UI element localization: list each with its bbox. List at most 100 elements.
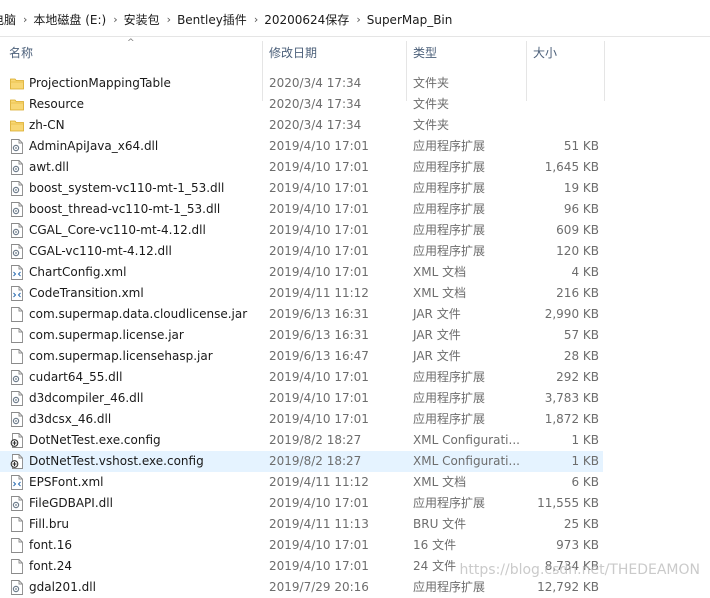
file-row[interactable]: DotNetTest.vshost.exe.config 2019/8/2 18:… <box>0 451 603 472</box>
file-size: 28 KB <box>563 349 599 363</box>
column-header-name[interactable]: 名称 <box>9 37 33 67</box>
file-modified-date: 2020/3/4 17:34 <box>269 76 362 90</box>
file-name: com.supermap.license.jar <box>29 328 184 342</box>
file-row[interactable]: font.16 2019/4/10 17:01 16 文件 973 KB <box>0 535 603 556</box>
file-size: 6 KB <box>571 475 599 489</box>
dll-file-icon <box>10 223 24 238</box>
dll-file-icon <box>10 139 24 154</box>
file-name: CGAL-vc110-mt-4.12.dll <box>29 244 172 258</box>
file-type: 文件夹 <box>413 76 450 90</box>
file-row[interactable]: Resource 2020/3/4 17:34 文件夹 <box>0 94 603 115</box>
file-row[interactable]: boost_system-vc110-mt-1_53.dll 2019/4/10 … <box>0 178 603 199</box>
file-size: 2,990 KB <box>544 307 599 321</box>
file-name: CodeTransition.xml <box>29 286 144 300</box>
dll-file-icon <box>10 370 24 385</box>
column-header-size[interactable]: 大小 <box>533 37 557 67</box>
file-name: gdal201.dll <box>29 580 96 594</box>
file-type: 文件夹 <box>413 118 450 132</box>
file-modified-date: 2020/3/4 17:34 <box>269 118 362 132</box>
file-row[interactable]: boost_thread-vc110-mt-1_53.dll 2019/4/10 … <box>0 199 603 220</box>
file-modified-date: 2019/8/2 18:27 <box>269 454 362 468</box>
file-type: JAR 文件 <box>413 349 461 363</box>
chevron-right-icon[interactable]: › <box>23 13 27 26</box>
file-icon <box>10 349 24 364</box>
file-row[interactable]: ProjectionMappingTable 2020/3/4 17:34 文件夹 <box>0 73 603 94</box>
file-name: font.24 <box>29 559 72 573</box>
file-type: 应用程序扩展 <box>413 580 486 594</box>
file-modified-date: 2019/4/11 11:12 <box>269 475 369 489</box>
file-row[interactable]: cudart64_55.dll 2019/4/10 17:01 应用程序扩展 292 … <box>0 367 603 388</box>
xml-file-icon <box>10 286 24 301</box>
breadcrumb-item[interactable]: 电脑 <box>0 11 16 28</box>
dll-file-icon <box>10 391 24 406</box>
file-size: 12,792 KB <box>537 580 599 594</box>
xml-file-icon <box>10 475 24 490</box>
file-size: 1 KB <box>571 433 599 447</box>
file-row[interactable]: zh-CN 2020/3/4 17:34 文件夹 <box>0 115 603 136</box>
file-row[interactable]: FileGDBAPI.dll 2019/4/10 17:01 应用程序扩展 11,55… <box>0 493 603 514</box>
dll-file-icon <box>10 160 24 175</box>
file-row[interactable]: EPSFont.xml 2019/4/11 11:12 XML 文档 6 KB <box>0 472 603 493</box>
file-modified-date: 2019/4/10 17:01 <box>269 244 369 258</box>
file-modified-date: 2019/4/10 17:01 <box>269 559 369 573</box>
file-row[interactable]: com.supermap.licensehasp.jar 2019/6/13 16… <box>0 346 603 367</box>
file-row[interactable]: ChartConfig.xml 2019/4/10 17:01 XML 文档 4 KB <box>0 262 603 283</box>
file-type: 应用程序扩展 <box>413 412 486 426</box>
file-size: 292 KB <box>556 370 599 384</box>
file-size: 1 KB <box>571 454 599 468</box>
file-size: 120 KB <box>556 244 599 258</box>
breadcrumb-item[interactable]: 本地磁盘 (E:) <box>33 11 106 28</box>
file-row[interactable]: d3dcsx_46.dll 2019/4/10 17:01 应用程序扩展 1,872 … <box>0 409 603 430</box>
file-type: 应用程序扩展 <box>413 244 486 258</box>
file-name: awt.dll <box>29 160 69 174</box>
file-row[interactable]: DotNetTest.exe.config 2019/8/2 18:27 XML C… <box>0 430 603 451</box>
breadcrumb-item[interactable]: 安装包 <box>124 11 160 28</box>
column-header-type[interactable]: 类型 <box>413 37 437 67</box>
file-name: com.supermap.licensehasp.jar <box>29 349 213 363</box>
breadcrumb: 电脑 › 本地磁盘 (E:) › 安装包 › Bentley插件 › 20200624保存 › Su… <box>0 11 452 28</box>
file-type: 应用程序扩展 <box>413 496 486 510</box>
xml-file-icon <box>10 265 24 280</box>
file-row[interactable]: AdminApiJava_x64.dll 2019/4/10 17:01 应用程序扩… <box>0 136 603 157</box>
sort-ascending-icon[interactable]: ^ <box>127 37 135 49</box>
watermark: https://blog.csdn.net/THEDEAMON <box>459 562 700 578</box>
file-name: boost_system-vc110-mt-1_53.dll <box>29 181 225 195</box>
breadcrumb-item[interactable]: 20200624保存 <box>264 11 349 28</box>
chevron-right-icon[interactable]: › <box>254 13 258 26</box>
folder-icon <box>10 118 24 133</box>
file-size: 216 KB <box>556 286 599 300</box>
file-modified-date: 2019/4/10 17:01 <box>269 265 369 279</box>
file-modified-date: 2019/4/10 17:01 <box>269 181 369 195</box>
file-row[interactable]: d3dcompiler_46.dll 2019/4/10 17:01 应用程序扩展 3… <box>0 388 603 409</box>
file-row[interactable]: com.supermap.data.cloudlicense.jar 2019/6… <box>0 304 603 325</box>
file-type: XML Configurati... <box>413 433 520 447</box>
file-row[interactable]: com.supermap.license.jar 2019/6/13 16:31 J… <box>0 325 603 346</box>
file-row[interactable]: CGAL-vc110-mt-4.12.dll 2019/4/10 17:01 应用程… <box>0 241 603 262</box>
breadcrumb-item[interactable]: Bentley插件 <box>177 11 247 28</box>
file-row[interactable]: CodeTransition.xml 2019/4/11 11:12 XML 文档 2… <box>0 283 603 304</box>
file-row[interactable]: Fill.bru 2019/4/11 11:13 BRU 文件 25 KB <box>0 514 603 535</box>
file-size: 609 KB <box>556 223 599 237</box>
file-name: boost_thread-vc110-mt-1_53.dll <box>29 202 221 216</box>
breadcrumb-item[interactable]: SuperMap_Bin <box>367 13 453 27</box>
dll-file-icon <box>10 181 24 196</box>
file-type: 应用程序扩展 <box>413 202 486 216</box>
file-name: com.supermap.data.cloudlicense.jar <box>29 307 248 321</box>
file-modified-date: 2019/7/29 20:16 <box>269 580 369 594</box>
file-type: 文件夹 <box>413 97 450 111</box>
file-name: Fill.bru <box>29 517 70 531</box>
column-header-date[interactable]: 修改日期 <box>269 37 317 67</box>
chevron-right-icon[interactable]: › <box>113 13 117 26</box>
file-row[interactable]: CGAL_Core-vc110-mt-4.12.dll 2019/4/10 17:… <box>0 220 603 241</box>
file-modified-date: 2019/4/10 17:01 <box>269 538 369 552</box>
file-name: ProjectionMappingTable <box>29 76 171 90</box>
file-size: 3,783 KB <box>544 391 599 405</box>
file-name: cudart64_55.dll <box>29 370 123 384</box>
file-row[interactable]: awt.dll 2019/4/10 17:01 应用程序扩展 1,645 KB <box>0 157 603 178</box>
chevron-right-icon[interactable]: › <box>356 13 360 26</box>
chevron-right-icon[interactable]: › <box>167 13 171 26</box>
file-row[interactable]: gdal201.dll 2019/7/29 20:16 应用程序扩展 12,792 K… <box>0 577 603 598</box>
address-bar[interactable]: 电脑 › 本地磁盘 (E:) › 安装包 › Bentley插件 › 20200624保存 › Su… <box>0 0 710 37</box>
folder-icon <box>10 97 24 112</box>
file-type: 应用程序扩展 <box>413 370 486 384</box>
